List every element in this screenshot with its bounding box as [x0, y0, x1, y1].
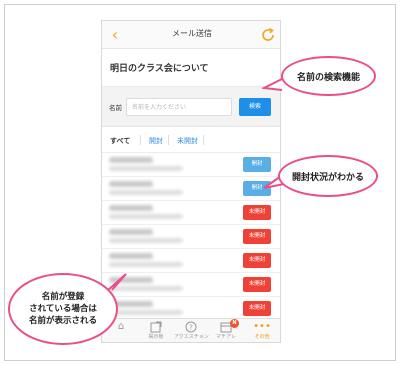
page-title: メール送信 [172, 29, 212, 38]
tabbar-item-calendar[interactable]: N マチアレ [209, 319, 243, 342]
list-item: 未開封 [102, 249, 280, 273]
callout-search-feature: 名前の検索機能 [281, 56, 376, 96]
tab-unopened[interactable]: 未開封 [177, 136, 198, 146]
phone-screen: ‹ メール送信 明日のクラス会について 名前 名前を入力ください 検索 すべて … [101, 20, 281, 343]
tab-opened[interactable]: 開封 [149, 136, 163, 146]
recipient-name-blurred [109, 157, 153, 163]
tab-divider [168, 135, 169, 145]
nav-bar: ‹ メール送信 [102, 21, 280, 49]
list-item: 未開封 [102, 201, 280, 225]
notification-badge: N [230, 319, 239, 328]
callout-open-status: 開封状況がわかる [278, 155, 378, 197]
refresh-icon[interactable] [260, 27, 276, 43]
status-badge[interactable]: 未開封 [243, 277, 271, 292]
status-badge[interactable]: 未開封 [243, 253, 271, 268]
name-search-input[interactable]: 名前を入力ください [126, 98, 232, 116]
recipient-name-blurred [109, 181, 153, 187]
more-icon: ••• [253, 321, 271, 332]
bulletin-board-icon [139, 321, 173, 333]
back-chevron-icon[interactable]: ‹ [107, 26, 123, 44]
tab-divider [140, 135, 141, 145]
recipient-detail-blurred [109, 214, 183, 219]
name-label: 名前 [109, 104, 122, 112]
svg-text:?: ? [189, 324, 193, 332]
recipient-name-blurred [109, 205, 153, 211]
tabbar-item-question[interactable]: ? アクエスチョン [174, 321, 209, 342]
callout-name-display: 名前が登録 されている場合は 名前が表示される [8, 273, 118, 345]
tabbar-label: 掲示板 [148, 334, 164, 340]
tabbar-item-more[interactable]: ••• その他 [245, 321, 279, 342]
mail-subject: 明日のクラス会について [110, 64, 209, 74]
recipient-name-blurred [109, 253, 153, 259]
list-item: 開封 [102, 153, 280, 177]
recipient-detail-blurred [109, 166, 183, 171]
mail-subject-row: 明日のクラス会について [102, 49, 280, 87]
recipient-detail-blurred [109, 262, 183, 267]
question-icon: ? [174, 321, 208, 333]
status-badge[interactable]: 未開封 [243, 229, 271, 244]
search-button[interactable]: 検索 [239, 98, 271, 116]
tabbar-label: アクエスチョン [174, 334, 209, 340]
callout-line: されている場合は [29, 304, 97, 314]
list-item: 開封 [102, 177, 280, 201]
tab-all[interactable]: すべて [110, 136, 130, 146]
tab-divider [203, 135, 204, 145]
list-item: 未開封 [102, 273, 280, 297]
status-badge[interactable]: 未開封 [243, 205, 271, 220]
callout-line: 名前が登録 [41, 292, 85, 302]
bottom-tab-bar: ⌂ 掲示板 ? アクエスチョン N マチアレ ••• その他 [102, 318, 280, 342]
tabbar-label: その他 [254, 334, 270, 340]
filter-tabs: すべて 開封 未開封 [102, 127, 280, 153]
tabbar-item-bulletin-board[interactable]: 掲示板 [139, 321, 173, 342]
tabbar-label: マチアレ [215, 334, 236, 340]
recipient-detail-blurred [109, 190, 183, 195]
recipient-name-blurred [109, 229, 153, 235]
recipient-detail-blurred [109, 238, 183, 243]
list-item: 未開封 [102, 225, 280, 249]
status-badge[interactable]: 未開封 [243, 301, 271, 316]
recipient-detail-blurred [109, 310, 183, 315]
search-row: 名前 名前を入力ください 検索 [102, 87, 280, 127]
callout-line: 名前が表示される [28, 316, 97, 326]
